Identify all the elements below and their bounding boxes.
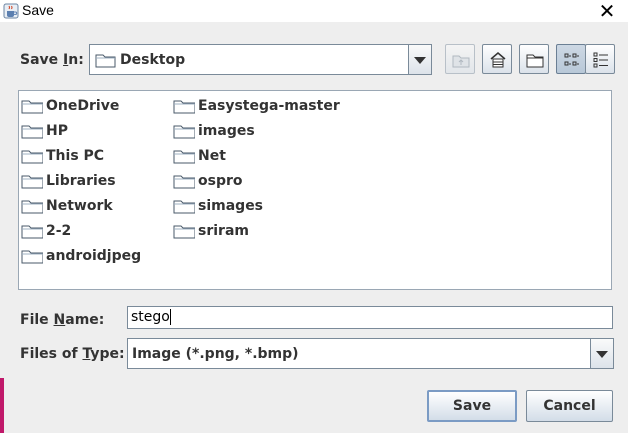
title-bar: Save ✕: [0, 0, 628, 22]
cancel-button[interactable]: Cancel: [526, 390, 613, 422]
folder-item-label: Network: [46, 198, 113, 214]
folder-icon: [173, 150, 195, 164]
file-name-value: stego: [131, 309, 170, 325]
folder-icon: [21, 225, 43, 239]
folder-item-label: HP: [46, 123, 68, 139]
close-icon: ✕: [598, 0, 616, 23]
folder-icon: [173, 125, 195, 139]
file-name-input[interactable]: stego: [127, 306, 613, 329]
save-in-combo[interactable]: Desktop: [89, 44, 432, 75]
text-caret: [169, 309, 171, 325]
save-button[interactable]: Save: [427, 390, 517, 422]
folder-item-label: This PC: [46, 148, 105, 164]
save-in-dropdown-button[interactable]: [408, 45, 431, 74]
folder-item-label: ospro: [198, 173, 243, 189]
folder-item[interactable]: images: [173, 121, 255, 141]
home-button[interactable]: [482, 44, 512, 74]
details-view-icon: [593, 52, 608, 68]
folder-item[interactable]: androidjpeg: [21, 246, 141, 266]
folder-icon: [173, 100, 195, 114]
folder-item[interactable]: 2-2: [21, 221, 71, 241]
folder-item[interactable]: ospro: [173, 171, 243, 191]
folder-item-label: simages: [198, 198, 264, 214]
folder-item-label: images: [198, 123, 255, 139]
new-folder-icon: [526, 54, 544, 68]
folder-item[interactable]: Network: [21, 196, 113, 216]
folder-item[interactable]: HP: [21, 121, 68, 141]
list-view-icon: [564, 53, 579, 66]
folder-icon: [21, 100, 43, 114]
chevron-down-icon: [596, 350, 608, 358]
folder-item-label: Net: [198, 148, 226, 164]
home-icon: [490, 52, 506, 68]
folder-item-label: androidjpeg: [46, 248, 142, 264]
up-one-level-button[interactable]: [445, 44, 475, 74]
details-view-button[interactable]: [585, 44, 615, 74]
folder-item[interactable]: Net: [173, 146, 226, 166]
folder-item[interactable]: Libraries: [21, 171, 116, 191]
folder-item[interactable]: simages: [173, 196, 263, 216]
folder-icon: [21, 200, 43, 214]
file-type-label: Files of Type:: [20, 346, 125, 362]
folder-item-label: Easystega-master: [198, 98, 340, 114]
folder-icon: [21, 125, 43, 139]
folder-item[interactable]: OneDrive: [21, 96, 119, 116]
close-button[interactable]: ✕: [597, 1, 617, 21]
save-in-label: Save In:: [20, 52, 84, 68]
folder-icon: [21, 175, 43, 189]
save-in-value: Desktop: [120, 52, 186, 68]
window-title: Save: [22, 2, 54, 18]
file-list-pane[interactable]: OneDrive HP This PC Libraries Network 2-2 andr…: [18, 90, 612, 290]
folder-icon: [21, 150, 43, 164]
file-type-value: Image (*.png, *.bmp): [132, 346, 299, 362]
file-type-combo[interactable]: Image (*.png, *.bmp): [127, 338, 614, 369]
chevron-down-icon: [414, 56, 426, 64]
folder-item-label: sriram: [198, 223, 249, 239]
up-folder-icon: [452, 55, 470, 68]
folder-icon: [95, 54, 116, 68]
folder-icon: [173, 200, 195, 214]
list-view-button[interactable]: [556, 44, 586, 74]
file-name-label: File Name:: [20, 312, 105, 328]
folder-item-label: Libraries: [46, 173, 116, 189]
background-window-edge: [0, 378, 4, 433]
folder-item[interactable]: Easystega-master: [173, 96, 340, 116]
folder-item-label: 2-2: [46, 223, 72, 239]
folder-icon: [173, 225, 195, 239]
folder-icon: [21, 250, 43, 264]
create-new-folder-button[interactable]: [519, 44, 549, 74]
folder-item[interactable]: This PC: [21, 146, 104, 166]
file-type-dropdown-button[interactable]: [590, 339, 613, 368]
folder-icon: [173, 175, 195, 189]
folder-item-label: OneDrive: [46, 98, 120, 114]
folder-item[interactable]: sriram: [173, 221, 249, 241]
java-cup-icon: [3, 3, 19, 19]
